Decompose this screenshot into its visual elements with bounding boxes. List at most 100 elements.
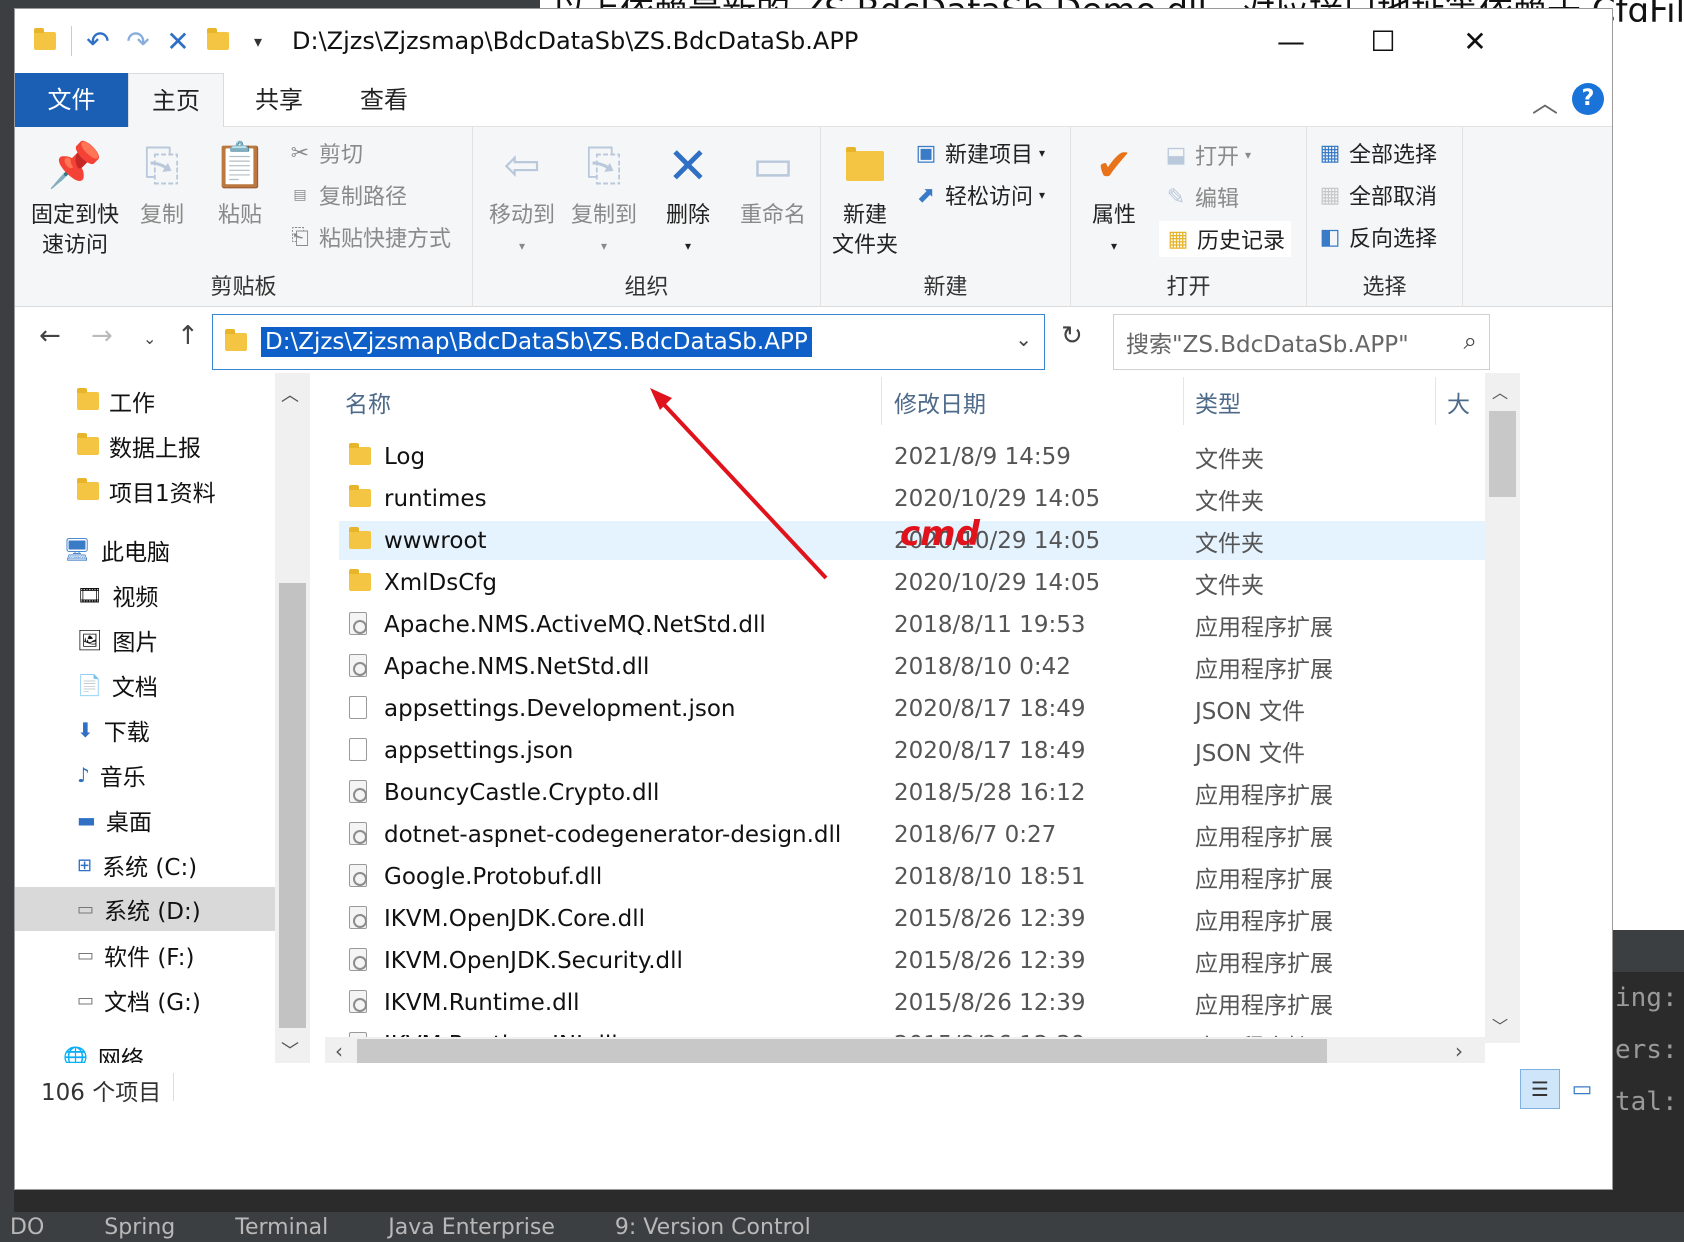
rename-button[interactable]: ▭ 重命名 xyxy=(731,135,815,231)
tab-view[interactable]: 查看 xyxy=(334,73,434,127)
file-row[interactable]: IKVM.OpenJDK.Core.dll 2015/8/26 12:39 应用程序… xyxy=(339,899,1485,938)
file-row[interactable]: Apache.NMS.NetStd.dll 2018/8/10 0:42 应用程序扩… xyxy=(339,647,1485,686)
nav-item-desktop[interactable]: ▬ 桌面 xyxy=(77,798,152,842)
nav-item-documents[interactable]: 📄 文档 xyxy=(77,663,158,707)
nav-item-project1[interactable]: 项目1资料 xyxy=(77,469,216,513)
nav-scrollbar-thumb[interactable] xyxy=(279,583,306,1028)
delete-button[interactable]: ✕ 删除 ▾ xyxy=(653,135,723,261)
file-type: 文件夹 xyxy=(1195,446,1264,473)
customize-toolbar-icon[interactable]: ▾ xyxy=(238,21,278,61)
ide-tab-spring[interactable]: Spring xyxy=(94,1215,185,1240)
file-name: IKVM.Runtime.dll xyxy=(384,989,580,1016)
close-button[interactable]: ✕ xyxy=(1429,9,1521,73)
new-item-button[interactable]: ▣ 新建项目 ▾ xyxy=(913,135,1045,171)
column-header-type[interactable]: 类型 xyxy=(1195,385,1241,419)
scroll-right-icon[interactable]: › xyxy=(1455,1039,1463,1063)
file-row[interactable]: Google.Protobuf.dll 2018/8/10 18:51 应用程序扩展 xyxy=(339,857,1485,896)
recent-locations-icon[interactable]: ⌄ xyxy=(143,329,156,348)
scroll-up-icon[interactable]: ︿ xyxy=(281,381,299,407)
address-path-input[interactable]: D:\Zjzs\Zjzsmap\BdcDataSb\ZS.BdcDataSb.A… xyxy=(261,327,812,357)
paste-shortcut-button[interactable]: ⎗ 粘贴快捷方式 xyxy=(287,219,451,255)
scroll-down-icon[interactable]: ﹀ xyxy=(1492,1013,1508,1037)
column-divider[interactable] xyxy=(1435,377,1436,425)
edit-button[interactable]: ✎ 编辑 xyxy=(1163,179,1239,215)
pin-label-line2: 速访问 xyxy=(41,233,108,258)
ide-tab-java-enterprise[interactable]: Java Enterprise xyxy=(378,1215,565,1240)
large-icons-view-icon[interactable]: ▭ xyxy=(1562,1069,1602,1109)
file-row[interactable]: appsettings.json 2020/8/17 18:49 JSON 文件 xyxy=(339,731,1485,770)
tab-file[interactable]: 文件 xyxy=(15,73,128,127)
file-row[interactable]: appsettings.Development.json 2020/8/17 18… xyxy=(339,689,1485,728)
pin-quick-access-button[interactable]: 📌 固定到快 速访问 xyxy=(29,135,121,261)
nav-item-videos[interactable]: 🎞 视频 xyxy=(77,573,158,617)
nav-item-drive-f[interactable]: ▭ 软件 (F:) xyxy=(77,933,194,977)
copy-path-button[interactable]: ▤ 复制路径 xyxy=(287,177,407,213)
nav-item-music[interactable]: ♪ 音乐 xyxy=(77,753,146,797)
file-row[interactable]: Log 2021/8/9 14:59 文件夹 xyxy=(339,437,1485,476)
cut-button[interactable]: ✂ 剪切 xyxy=(287,135,363,171)
file-row[interactable]: dotnet-aspnet-codegenerator-design.dll 20… xyxy=(339,815,1485,854)
scroll-left-icon[interactable]: ‹ xyxy=(335,1039,343,1063)
nav-item-downloads[interactable]: ⬇ 下载 xyxy=(77,708,150,752)
scroll-up-icon[interactable]: ︿ xyxy=(1492,379,1508,403)
column-header-name[interactable]: 名称 xyxy=(345,385,391,419)
file-row[interactable]: Apache.NMS.ActiveMQ.NetStd.dll 2018/8/11 … xyxy=(339,605,1485,644)
nav-item-data-report[interactable]: 数据上报 xyxy=(77,424,201,468)
nav-item-drive-g[interactable]: ▭ 文档 (G:) xyxy=(77,978,201,1022)
delete-quick-icon[interactable]: ✕ xyxy=(158,21,198,61)
tab-share[interactable]: 共享 xyxy=(224,73,334,127)
file-row[interactable]: runtimes 2020/10/29 14:05 文件夹 xyxy=(339,479,1485,518)
copy-button[interactable]: ⎘ 复制 xyxy=(127,135,197,231)
nav-item-network[interactable]: 🌐 网络 xyxy=(63,1035,144,1063)
nav-item-drive-d[interactable]: ▭ 系统 (D:) xyxy=(15,887,275,931)
help-icon[interactable]: ? xyxy=(1572,83,1604,115)
copy-to-button[interactable]: ⎘ 复制到 ▾ xyxy=(563,135,645,261)
search-input[interactable]: 搜索"ZS.BdcDataSb.APP" ⌕ xyxy=(1113,314,1490,370)
undo-icon[interactable]: ↶ xyxy=(78,21,118,61)
properties-button[interactable]: ✔ 属性 ▾ xyxy=(1079,135,1149,261)
file-row[interactable]: BouncyCastle.Crypto.dll 2018/5/28 16:12 应用… xyxy=(339,773,1485,812)
back-arrow-icon[interactable]: ← xyxy=(39,321,61,351)
collapse-ribbon-icon[interactable]: ︿ xyxy=(1532,83,1558,120)
ide-tab-version-control[interactable]: 9: Version Control xyxy=(605,1215,821,1240)
up-arrow-icon[interactable]: ↑ xyxy=(177,321,199,351)
nav-item-work[interactable]: 工作 xyxy=(77,379,155,423)
open-button[interactable]: ⬓ 打开 ▾ xyxy=(1163,137,1251,173)
redo-icon[interactable]: ↷ xyxy=(118,21,158,61)
chevron-down-icon[interactable]: ⌄ xyxy=(1015,327,1032,351)
refresh-icon[interactable]: ↻ xyxy=(1061,321,1083,351)
select-none-button[interactable]: ▦ 全部取消 xyxy=(1317,177,1437,213)
column-divider[interactable] xyxy=(1183,377,1184,425)
nav-item-this-pc[interactable]: 🖥 此电脑 xyxy=(63,528,170,572)
column-divider[interactable] xyxy=(881,377,882,425)
history-button[interactable]: ▦ 历史记录 xyxy=(1159,221,1292,257)
column-header-date[interactable]: 修改日期 xyxy=(894,385,986,419)
invert-selection-button[interactable]: ◧ 反向选择 xyxy=(1317,219,1437,255)
file-row[interactable]: IKVM.Runtime.dll 2015/8/26 12:39 应用程序扩展 xyxy=(339,983,1485,1022)
horizontal-scrollbar-thumb[interactable] xyxy=(357,1039,1327,1063)
minimize-button[interactable]: — xyxy=(1245,9,1337,73)
invert-selection-icon: ◧ xyxy=(1319,224,1341,250)
search-icon[interactable]: ⌕ xyxy=(1464,327,1477,355)
nav-item-drive-c[interactable]: ⊞ 系统 (C:) xyxy=(77,843,197,887)
move-to-button[interactable]: ⇦ 移动到 ▾ xyxy=(481,135,563,261)
maximize-button[interactable]: ☐ xyxy=(1337,9,1429,73)
forward-arrow-icon[interactable]: → xyxy=(91,321,113,351)
column-header-size[interactable]: 大 xyxy=(1447,385,1470,419)
easy-access-button[interactable]: ⬈ 轻松访问 ▾ xyxy=(913,177,1045,213)
new-folder-quick-icon[interactable] xyxy=(198,21,238,61)
vertical-scrollbar-thumb[interactable] xyxy=(1489,411,1516,497)
tab-home[interactable]: 主页 xyxy=(128,73,224,128)
new-folder-button[interactable]: 新建 文件夹 xyxy=(827,135,903,261)
nav-item-pictures[interactable]: 🖼 图片 xyxy=(77,618,158,662)
file-row[interactable]: IKVM.OpenJDK.Security.dll 2015/8/26 12:39… xyxy=(339,941,1485,980)
details-view-icon[interactable]: ☰ xyxy=(1520,1069,1560,1109)
scroll-down-icon[interactable]: ﹀ xyxy=(281,1037,299,1063)
ide-tab-terminal[interactable]: Terminal xyxy=(225,1215,338,1240)
ide-tab-todo[interactable]: DO xyxy=(0,1215,54,1240)
address-bar[interactable]: D:\Zjzs\Zjzsmap\BdcDataSb\ZS.BdcDataSb.A… xyxy=(212,314,1045,370)
group-select: ▦ 全部选择 ▦ 全部取消 ◧ 反向选择 选择 xyxy=(1307,127,1463,307)
paste-button[interactable]: 📋 粘贴 xyxy=(205,135,275,231)
file-row[interactable]: XmlDsCfg 2020/10/29 14:05 文件夹 xyxy=(339,563,1485,602)
select-all-button[interactable]: ▦ 全部选择 xyxy=(1317,135,1437,171)
